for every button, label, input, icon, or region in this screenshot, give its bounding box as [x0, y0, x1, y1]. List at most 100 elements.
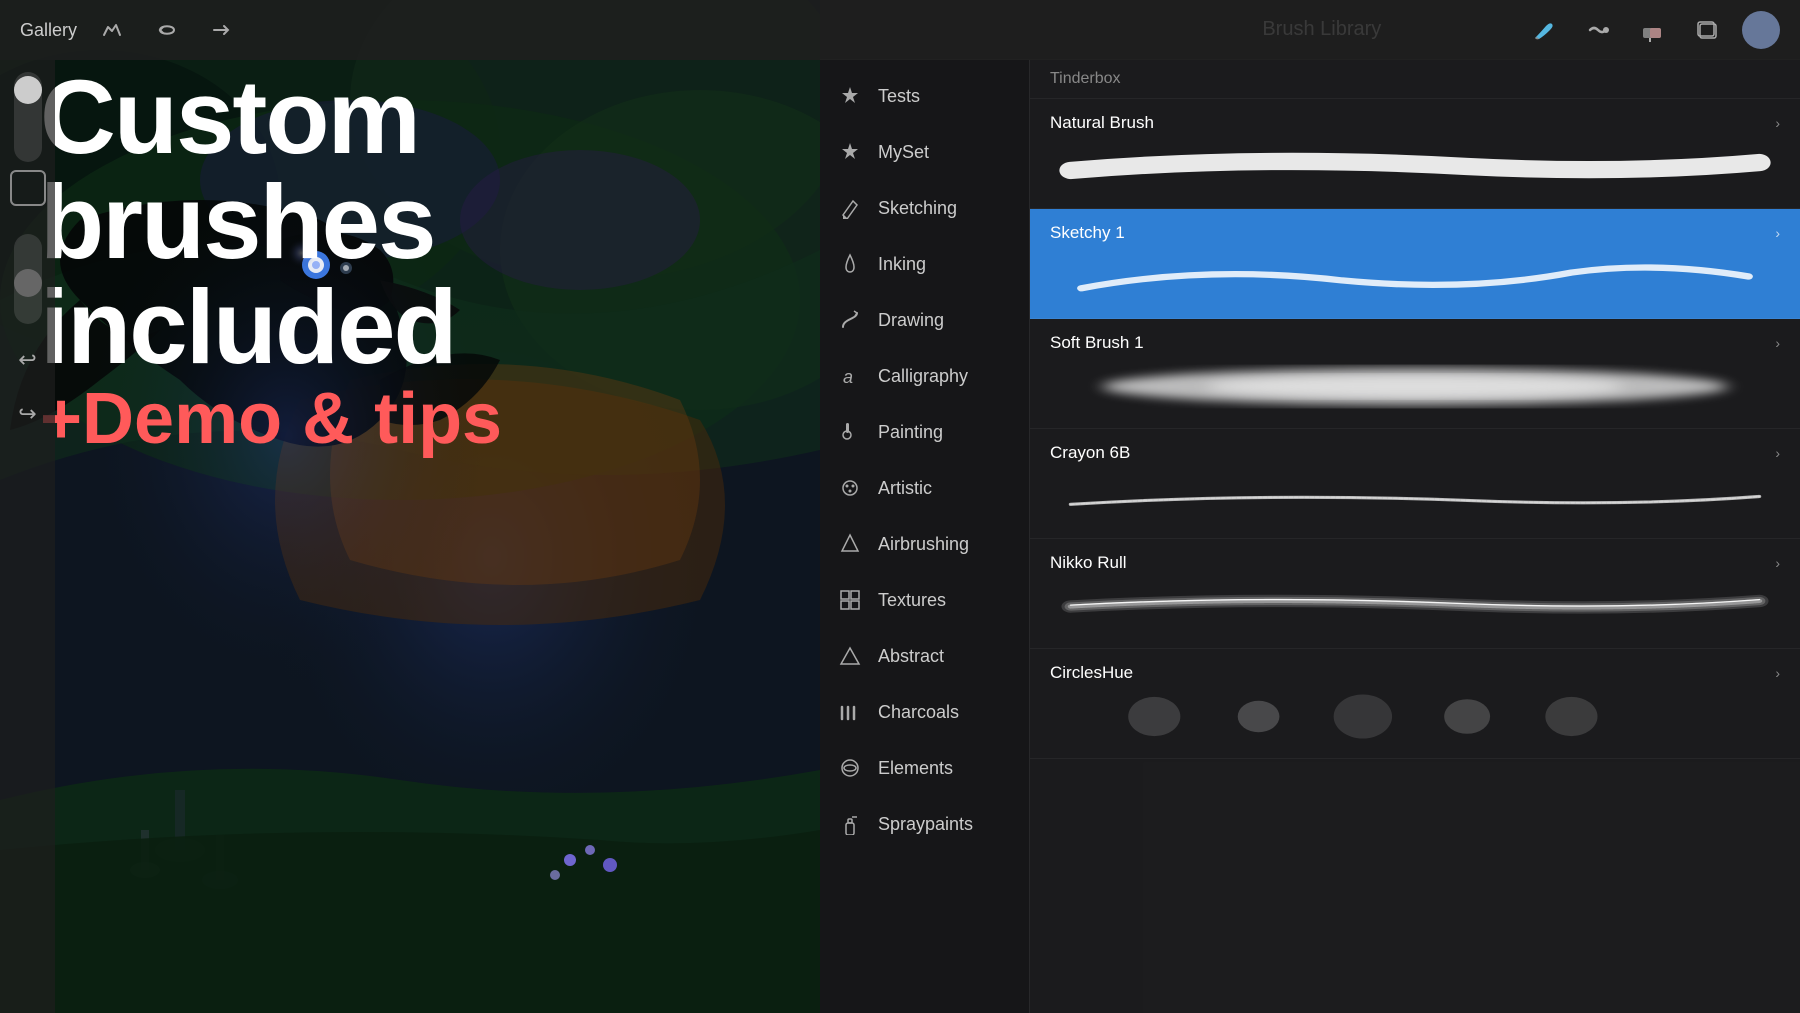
cat-label-calligraphy: Calligraphy [878, 366, 968, 387]
left-sidebar: ↩ ↪ [0, 60, 55, 1013]
category-item-spraypaints[interactable]: Spraypaints [820, 796, 1029, 852]
brush-chevron-nikko-rull: › [1775, 555, 1780, 571]
brush-chevron-circles-hue: › [1775, 665, 1780, 681]
brush-name-soft-brush-1: Soft Brush 1 [1050, 333, 1144, 353]
cat-icon-inking [836, 250, 864, 278]
brush-preview-sketchy-1 [1050, 249, 1780, 304]
brush-item-soft-brush-1[interactable]: Soft Brush 1 › [1030, 319, 1800, 429]
category-item-drawing[interactable]: Drawing [820, 292, 1029, 348]
cat-label-tests: Tests [878, 86, 920, 107]
avatar[interactable] [1742, 11, 1780, 49]
brush-item-crayon-6b[interactable]: Crayon 6B › [1030, 429, 1800, 539]
tool-button-1[interactable] [95, 12, 131, 48]
brush-name-crayon-6b: Crayon 6B [1050, 443, 1130, 463]
category-item-sketching[interactable]: Sketching [820, 180, 1029, 236]
brush-chevron-soft-brush-1: › [1775, 335, 1780, 351]
category-item-abstract[interactable]: Abstract [820, 628, 1029, 684]
cat-label-textures: Textures [878, 590, 946, 611]
tool-button-3[interactable] [203, 12, 239, 48]
undo-button[interactable]: ↩ [10, 342, 46, 378]
toolbar-right [1526, 11, 1780, 49]
brush-library-panel: Brush Library + Tests MySet Sketching In… [820, 0, 1800, 1013]
cat-label-inking: Inking [878, 254, 926, 275]
color-square[interactable] [10, 170, 46, 206]
brush-preview-crayon-6b [1050, 469, 1780, 524]
toolbar-left: Gallery [20, 12, 239, 48]
brush-item-header-nikko-rull: Nikko Rull › [1050, 553, 1780, 573]
smudge-icon[interactable] [1580, 12, 1616, 48]
overlay-text-container: Custom brushes included +Demo & tips [0, 0, 820, 1013]
eraser-icon[interactable] [1634, 12, 1670, 48]
cat-icon-artistic [836, 474, 864, 502]
cat-icon-tests [836, 82, 864, 110]
category-item-artistic[interactable]: Artistic [820, 460, 1029, 516]
category-item-textures[interactable]: Textures [820, 572, 1029, 628]
cat-label-drawing: Drawing [878, 310, 944, 331]
cat-icon-abstract [836, 642, 864, 670]
brush-name-nikko-rull: Nikko Rull [1050, 553, 1127, 573]
brush-item-header-crayon-6b: Crayon 6B › [1050, 443, 1780, 463]
tool-button-2[interactable] [149, 12, 185, 48]
cat-icon-sketching [836, 194, 864, 222]
brush-preview-soft-brush-1 [1050, 359, 1780, 414]
brush-size-thumb [14, 76, 42, 104]
cat-icon-elements [836, 754, 864, 782]
brush-preview-nikko-rull [1050, 579, 1780, 634]
cat-label-elements: Elements [878, 758, 953, 779]
brush-chevron-natural-brush: › [1775, 115, 1780, 131]
category-item-tests[interactable]: Tests [820, 68, 1029, 124]
opacity-slider[interactable] [14, 234, 42, 324]
gallery-button[interactable]: Gallery [20, 20, 77, 41]
brush-item-sketchy-1[interactable]: Sketchy 1 › [1030, 209, 1800, 319]
category-item-charcoals[interactable]: Charcoals [820, 684, 1029, 740]
category-item-airbrushing[interactable]: Airbrushing [820, 516, 1029, 572]
toolbar: Gallery [0, 0, 1800, 60]
brush-item-header-soft-brush-1: Soft Brush 1 › [1050, 333, 1780, 353]
cat-label-spraypaints: Spraypaints [878, 814, 973, 835]
cat-icon-drawing [836, 306, 864, 334]
layers-icon[interactable] [1688, 12, 1724, 48]
brush-list-header: Tinderbox [1030, 60, 1800, 99]
brush-name-circles-hue: CirclesHue [1050, 663, 1133, 683]
cat-icon-myset [836, 138, 864, 166]
brush-item-nikko-rull[interactable]: Nikko Rull › [1030, 539, 1800, 649]
sub-title: +Demo & tips [40, 380, 820, 459]
brush-item-natural-brush[interactable]: Natural Brush › [1030, 99, 1800, 209]
brush-preview-circles-hue [1050, 689, 1780, 744]
brush-item-circles-hue[interactable]: CirclesHue › [1030, 649, 1800, 759]
brush-size-slider[interactable] [14, 72, 42, 162]
cat-icon-spraypaints [836, 810, 864, 838]
cat-label-sketching: Sketching [878, 198, 957, 219]
cat-icon-airbrushing [836, 530, 864, 558]
category-item-myset[interactable]: MySet [820, 124, 1029, 180]
cat-icon-calligraphy: a [836, 362, 864, 390]
cat-label-artistic: Artistic [878, 478, 932, 499]
cat-label-airbrushing: Airbrushing [878, 534, 969, 555]
category-sidebar: Tests MySet Sketching Inking Drawing a C… [820, 60, 1030, 1013]
cat-label-myset: MySet [878, 142, 929, 163]
brush-list: Tinderbox Natural Brush › Sketchy 1 › So… [1030, 60, 1800, 1013]
cat-icon-charcoals [836, 698, 864, 726]
brush-icon[interactable] [1526, 12, 1562, 48]
cat-label-abstract: Abstract [878, 646, 944, 667]
redo-button[interactable]: ↪ [10, 396, 46, 432]
brush-name-sketchy-1: Sketchy 1 [1050, 223, 1125, 243]
brush-item-header-natural-brush: Natural Brush › [1050, 113, 1780, 133]
category-item-calligraphy[interactable]: a Calligraphy [820, 348, 1029, 404]
brush-preview-natural-brush [1050, 139, 1780, 194]
cat-icon-textures [836, 586, 864, 614]
cat-label-charcoals: Charcoals [878, 702, 959, 723]
category-item-painting[interactable]: Painting [820, 404, 1029, 460]
brush-name-natural-brush: Natural Brush [1050, 113, 1154, 133]
category-item-elements[interactable]: Elements [820, 740, 1029, 796]
panel-content: Tests MySet Sketching Inking Drawing a C… [820, 60, 1800, 1013]
brush-item-header-sketchy-1: Sketchy 1 › [1050, 223, 1780, 243]
opacity-thumb [14, 269, 42, 297]
svg-text:a: a [843, 367, 853, 387]
cat-icon-painting [836, 418, 864, 446]
cat-label-painting: Painting [878, 422, 943, 443]
brush-chevron-crayon-6b: › [1775, 445, 1780, 461]
category-item-inking[interactable]: Inking [820, 236, 1029, 292]
brush-chevron-sketchy-1: › [1775, 225, 1780, 241]
brush-item-header-circles-hue: CirclesHue › [1050, 663, 1780, 683]
